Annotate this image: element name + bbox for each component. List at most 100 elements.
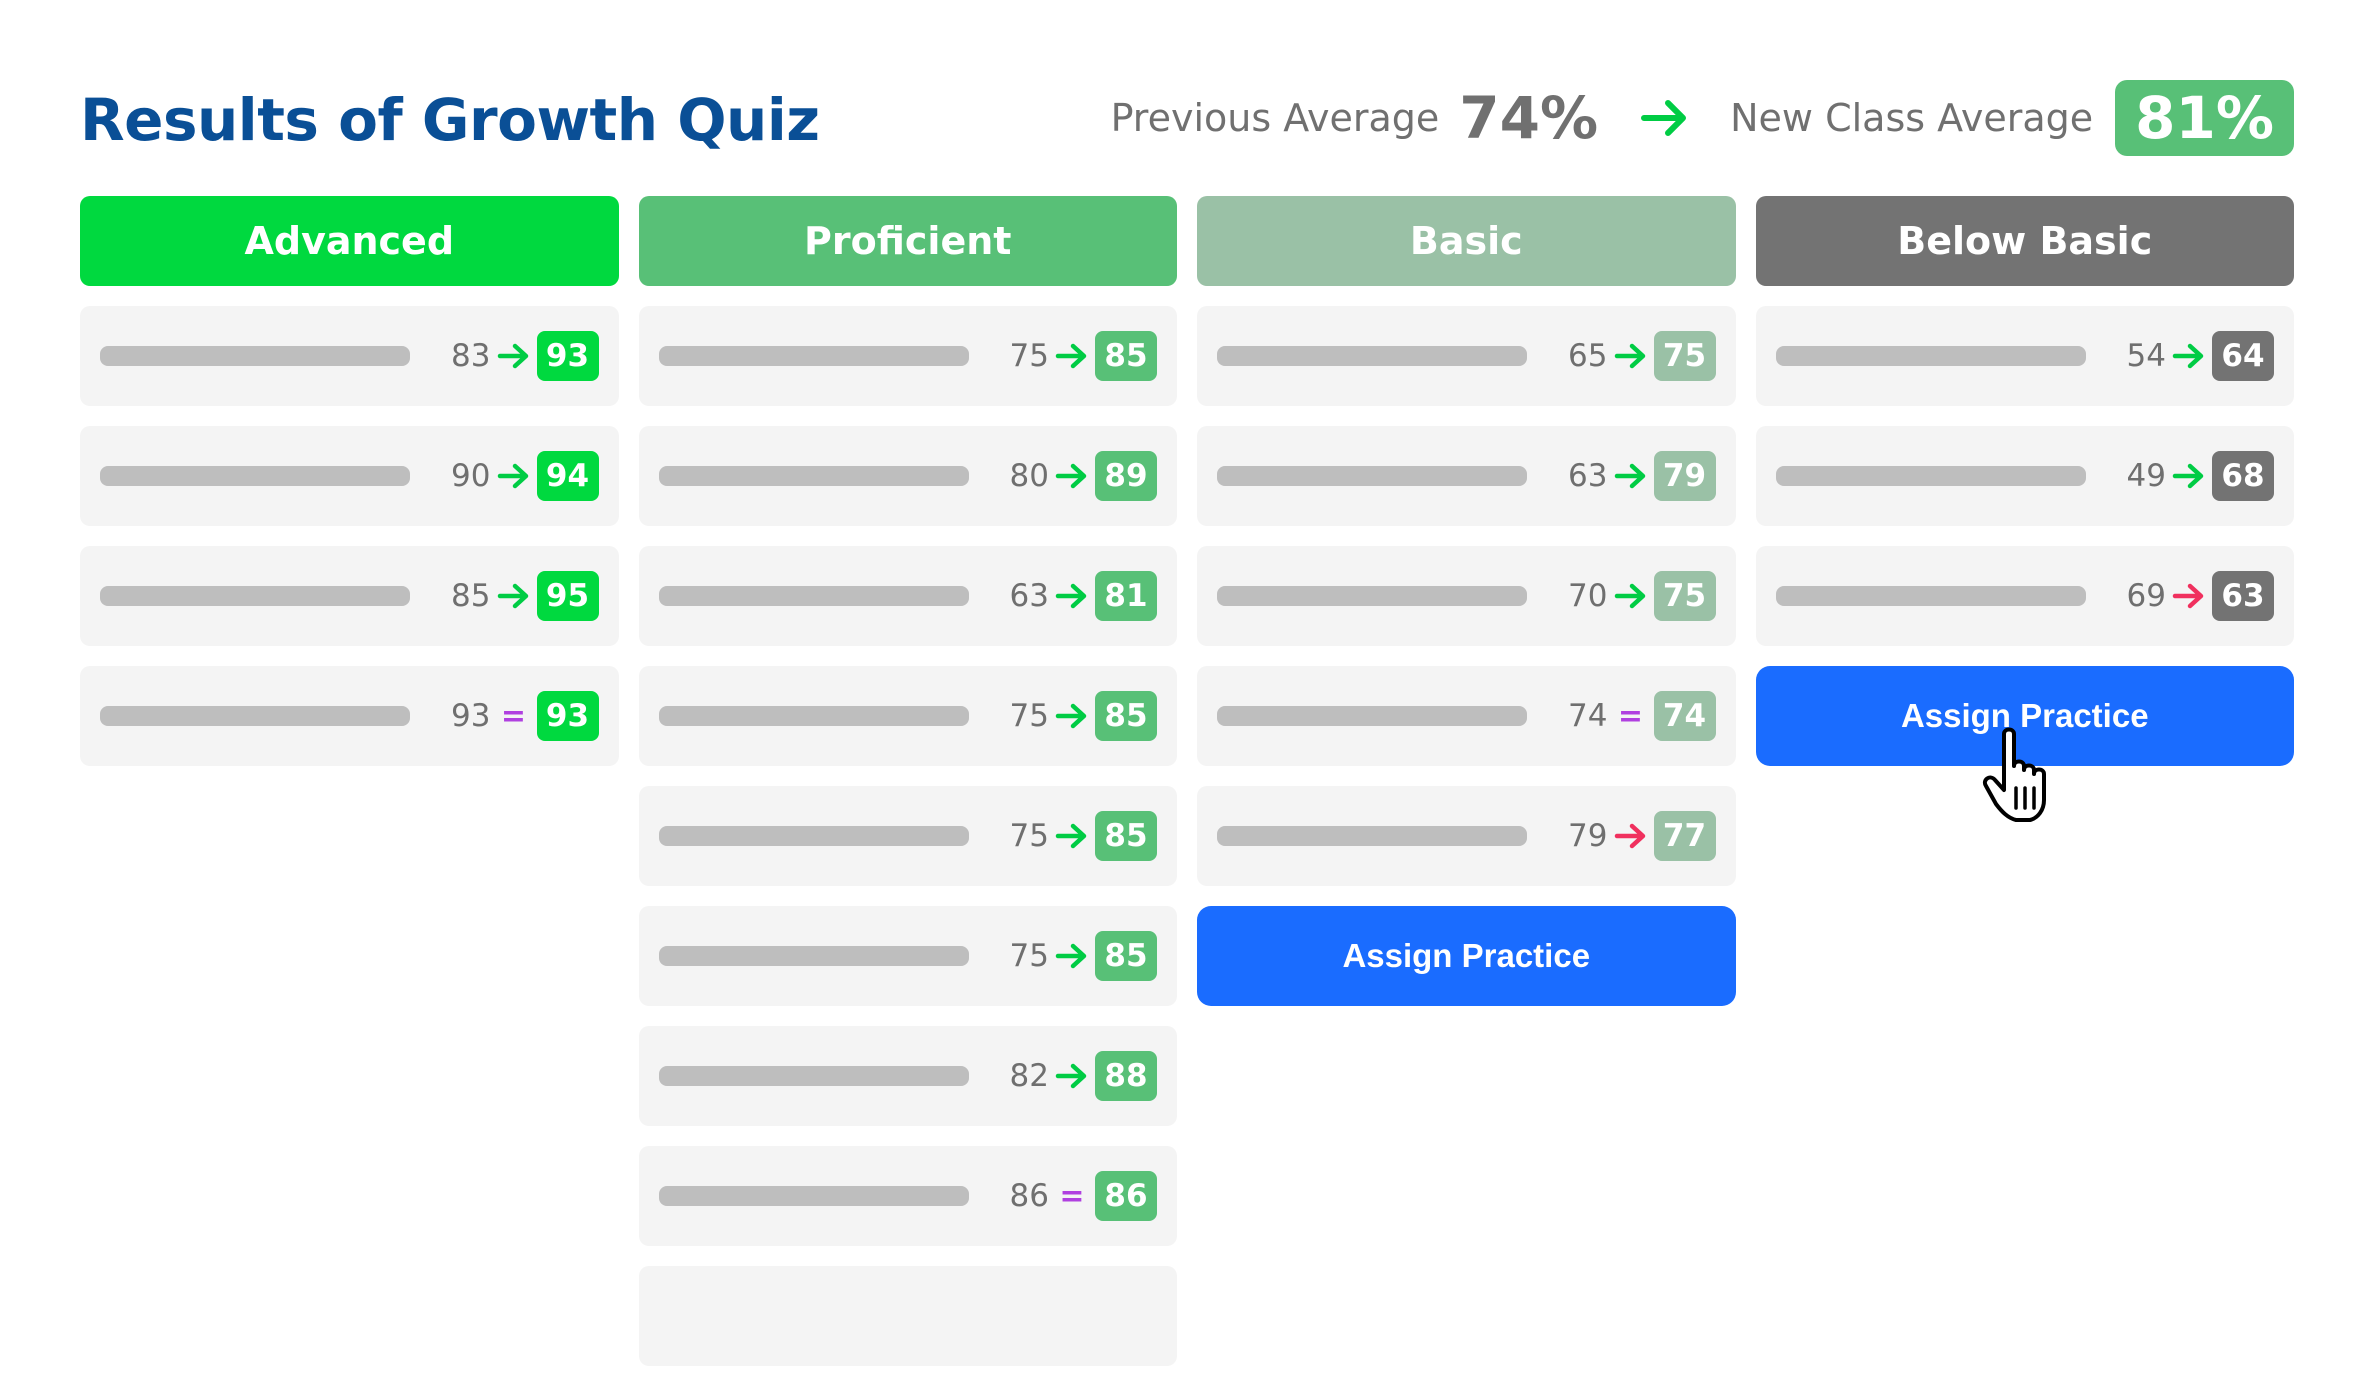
previous-score: 49: [2126, 458, 2166, 494]
previous-average-value: 74%: [1459, 84, 1599, 152]
previous-score: 86: [1009, 1178, 1049, 1214]
arrow-decrease-icon: [2166, 582, 2212, 610]
arrow-increase-icon: [1608, 582, 1654, 610]
new-score-badge: 75: [1653, 331, 1716, 381]
arrow-increase-icon: [491, 582, 537, 610]
score-change: 54 64: [2127, 331, 2274, 381]
student-card[interactable]: 75 85: [638, 906, 1177, 1006]
arrow-increase-icon: [1049, 702, 1095, 730]
student-card[interactable]: 63 81: [638, 546, 1177, 646]
student-card[interactable]: 74 = 74: [1197, 666, 1736, 766]
previous-score: 79: [1568, 818, 1608, 854]
student-card[interactable]: 83 93: [80, 306, 619, 406]
score-change: 83 93: [451, 331, 599, 381]
previous-score: 80: [1009, 458, 1049, 494]
new-score-badge: 85: [1095, 331, 1157, 381]
new-score-badge: 85: [1095, 931, 1157, 981]
equals-icon: =: [1617, 698, 1644, 734]
student-name-placeholder: [1217, 706, 1527, 726]
previous-score: 93: [451, 698, 491, 734]
previous-score: 65: [1568, 338, 1608, 374]
student-card[interactable]: 63 79: [1197, 426, 1736, 526]
arrow-increase-icon: [1049, 342, 1095, 370]
student-card[interactable]: 93 = 93: [80, 666, 619, 766]
score-change: 63 79: [1568, 451, 1716, 501]
arrow-right-icon: [1640, 98, 1690, 138]
student-card[interactable]: 86 = 86: [638, 1146, 1177, 1246]
results-board: Advanced 83 93 90 94 85 95 93 = 93 Proficient 75 85 8…: [80, 196, 2294, 1386]
column-header: Proficient: [638, 196, 1177, 286]
previous-score: 90: [451, 458, 491, 494]
student-name-placeholder: [1217, 586, 1527, 606]
column-basic: Basic 65 75 63 79 70 75 74 = 74 79 77 Assign Practic…: [1197, 196, 1736, 1386]
column-header: Basic: [1197, 196, 1736, 286]
arrow-increase-icon: [2166, 462, 2212, 490]
previous-score: 75: [1009, 938, 1049, 974]
student-card[interactable]: 75 85: [638, 666, 1177, 766]
student-card[interactable]: 54 64: [1755, 306, 2294, 406]
student-card[interactable]: 79 77: [1197, 786, 1736, 886]
score-change: 85 95: [451, 571, 599, 621]
column-proficient: Proficient 75 85 80 89 63 81 75 85 75 85 75 85 82 88 86…: [638, 196, 1177, 1386]
new-score-badge: 79: [1653, 451, 1716, 501]
previous-score: 82: [1009, 1058, 1049, 1094]
new-score-badge: 94: [536, 451, 599, 501]
new-score-badge: 77: [1653, 811, 1716, 861]
new-score-badge: 88: [1095, 1051, 1157, 1101]
score-change: 86 = 86: [1010, 1171, 1157, 1221]
score-change: 75 85: [1010, 811, 1157, 861]
new-score-badge: 85: [1095, 811, 1157, 861]
equals-icon: =: [500, 698, 527, 734]
new-average-label: New Class Average: [1730, 96, 2094, 140]
student-name-placeholder: [658, 466, 969, 486]
student-card[interactable]: 85 95: [80, 546, 619, 646]
student-name-placeholder: [658, 946, 969, 966]
student-card[interactable]: 90 94: [80, 426, 619, 526]
student-card[interactable]: 49 68: [1755, 426, 2294, 526]
assign-practice-button[interactable]: Assign Practice: [1197, 906, 1736, 1006]
score-change: 75 85: [1010, 931, 1157, 981]
arrow-increase-icon: [1049, 1062, 1095, 1090]
score-change: 75 85: [1010, 331, 1157, 381]
student-name-placeholder: [1217, 826, 1527, 846]
student-card[interactable]: 82 88: [638, 1026, 1177, 1126]
student-card[interactable]: 65 75: [1197, 306, 1736, 406]
student-card[interactable]: 69 63: [1755, 546, 2294, 646]
new-score-badge: 89: [1095, 451, 1157, 501]
new-score-badge: 93: [536, 331, 599, 381]
student-card[interactable]: 80 89: [638, 426, 1177, 526]
score-change: 80 89: [1010, 451, 1157, 501]
hand-pointer-icon: [1982, 726, 2062, 826]
student-name-placeholder: [1217, 466, 1527, 486]
new-average-badge: 81%: [2115, 80, 2294, 156]
new-score-badge: 81: [1095, 571, 1157, 621]
new-score-badge: 95: [536, 571, 599, 621]
column-advanced: Advanced 83 93 90 94 85 95 93 = 93: [80, 196, 619, 1386]
previous-score: 75: [1009, 818, 1049, 854]
score-change: 65 75: [1568, 331, 1716, 381]
new-score-badge: 63: [2212, 571, 2274, 621]
score-change: 49 68: [2127, 451, 2274, 501]
student-card[interactable]: [638, 1266, 1177, 1366]
student-card[interactable]: 75 85: [638, 786, 1177, 886]
student-card[interactable]: 75 85: [638, 306, 1177, 406]
previous-score: 74: [1568, 698, 1608, 734]
score-change: 69 63: [2127, 571, 2274, 621]
new-score-badge: 74: [1653, 691, 1716, 741]
previous-score: 70: [1568, 578, 1608, 614]
previous-average-label: Previous Average: [1110, 96, 1440, 140]
student-name-placeholder: [658, 1066, 969, 1086]
previous-score: 75: [1009, 338, 1049, 374]
arrow-increase-icon: [1608, 462, 1654, 490]
arrow-increase-icon: [2166, 342, 2212, 370]
score-change: 74 = 74: [1568, 691, 1716, 741]
score-change: 63 81: [1010, 571, 1157, 621]
student-name-placeholder: [658, 706, 969, 726]
arrow-increase-icon: [1608, 342, 1654, 370]
arrow-increase-icon: [491, 342, 537, 370]
student-card[interactable]: 70 75: [1197, 546, 1736, 646]
previous-score: 85: [451, 578, 491, 614]
score-change: 82 88: [1010, 1051, 1157, 1101]
student-name-placeholder: [1775, 346, 2086, 366]
arrow-increase-icon: [491, 462, 537, 490]
